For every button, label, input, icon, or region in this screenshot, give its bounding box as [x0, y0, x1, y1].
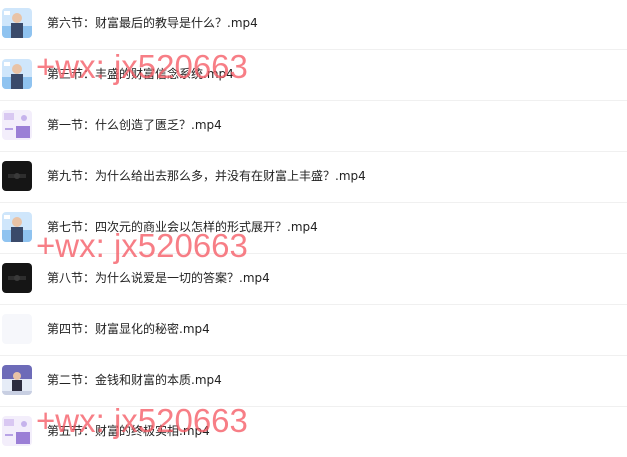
slide-purple-icon: [2, 416, 32, 446]
file-row[interactable]: 第九节：为什么给出去那么多，并没有在财富上丰盛？.mp4: [0, 153, 627, 203]
file-name: 第二节：金钱和财富的本质.mp4: [47, 373, 222, 387]
file-list: 第六节：财富最后的教导是什么？.mp4 第三节：丰盛的财富信念系统.mp4 第一…: [0, 0, 627, 457]
person-stage-icon: [2, 365, 32, 395]
file-row[interactable]: 第八节：为什么说爱是一切的答案？.mp4: [0, 255, 627, 305]
file-name: 第七节：四次元的商业会以怎样的形式展开？.mp4: [47, 220, 318, 234]
file-name: 第九节：为什么给出去那么多，并没有在财富上丰盛？.mp4: [47, 169, 366, 183]
file-name: 第三节：丰盛的财富信念系统.mp4: [47, 67, 234, 81]
dark-frame-icon: [2, 263, 32, 293]
file-name: 第四节：财富显化的秘密.mp4: [47, 322, 210, 336]
file-name: 第五节：财富的终极实相.mp4: [47, 424, 210, 438]
file-row[interactable]: 第一节：什么创造了匮乏？.mp4: [0, 102, 627, 152]
file-name: 第六节：财富最后的教导是什么？.mp4: [47, 16, 258, 30]
person-bright-icon: [2, 212, 32, 242]
file-row[interactable]: 第三节：丰盛的财富信念系统.mp4: [0, 51, 627, 101]
slide-purple-icon: [2, 110, 32, 140]
file-row[interactable]: 第二节：金钱和财富的本质.mp4: [0, 357, 627, 407]
person-bright-icon: [2, 8, 32, 38]
file-row[interactable]: 第七节：四次元的商业会以怎样的形式展开？.mp4: [0, 204, 627, 254]
blank-frame-icon: [2, 314, 32, 344]
file-row[interactable]: 第五节：财富的终极实相.mp4: [0, 408, 627, 457]
file-name: 第一节：什么创造了匮乏？.mp4: [47, 118, 222, 132]
file-name: 第八节：为什么说爱是一切的答案？.mp4: [47, 271, 270, 285]
file-row[interactable]: 第六节：财富最后的教导是什么？.mp4: [0, 0, 627, 50]
person-bright-icon: [2, 59, 32, 89]
dark-frame-icon: [2, 161, 32, 191]
file-row[interactable]: 第四节：财富显化的秘密.mp4: [0, 306, 627, 356]
